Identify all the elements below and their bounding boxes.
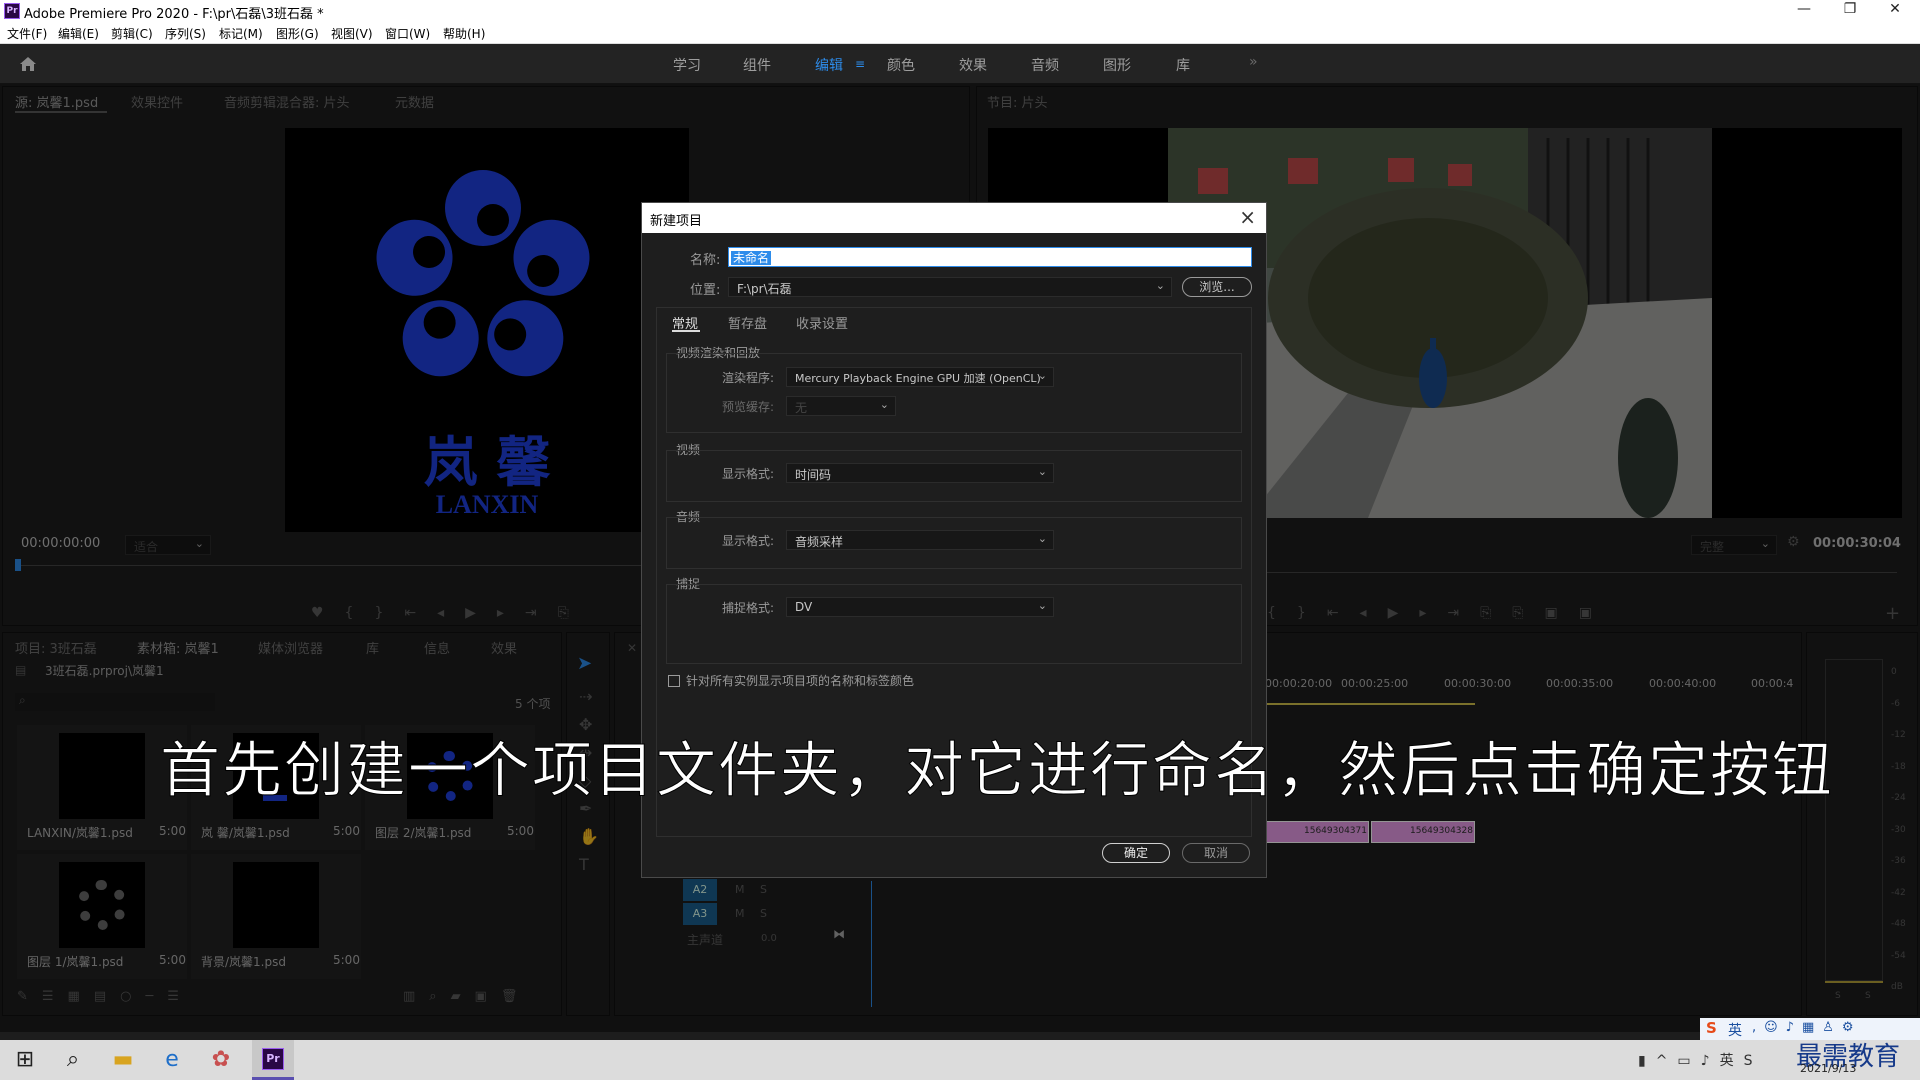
workspace-color[interactable]: 颜色 (887, 55, 915, 75)
tab-scratch-disks[interactable]: 暂存盘 (728, 313, 767, 332)
chevron-down-icon: ⌄ (879, 398, 889, 411)
workspace-bar: 学习 组件 编辑 ≡ 颜色 效果 音频 图形 库 » (0, 44, 1920, 84)
menu-graphics[interactable]: 图形(G) (276, 25, 319, 42)
capture-format-value: DV (795, 600, 813, 614)
workspace-editing[interactable]: 编辑 (815, 55, 843, 75)
preview-cache-label: 预览缓存: (722, 400, 775, 414)
ok-button[interactable]: 确定 (1102, 843, 1170, 863)
workspace-libraries[interactable]: 库 (1176, 55, 1190, 75)
file-explorer-icon[interactable]: ▬ (108, 1046, 138, 1074)
chevron-down-icon: ⌄ (1037, 599, 1047, 612)
show-names-checkbox[interactable] (668, 675, 680, 687)
windows-taskbar: ⊞ ⌕ ▬ e ✿ Pr S 英 ,☺♪▦♙⚙ ▮^▭♪英S 最需教育 2021… (0, 1018, 1920, 1080)
paint-icon[interactable]: ✿ (206, 1046, 236, 1074)
ime-tool-icons[interactable]: ,☺♪▦♙⚙ (1752, 1020, 1862, 1035)
capture-section (666, 584, 1242, 664)
cancel-button[interactable]: 取消 (1182, 843, 1250, 863)
project-name-input[interactable]: 未命名 (728, 247, 1252, 267)
preview-cache-value: 无 (795, 401, 808, 415)
name-label: 名称: (690, 253, 721, 268)
menu-file[interactable]: 文件(F) (7, 25, 47, 42)
chevron-down-icon: ⌄ (1155, 279, 1165, 292)
home-icon[interactable] (18, 54, 38, 74)
edge-icon[interactable]: e (157, 1046, 187, 1074)
chevron-down-icon: ⌄ (1037, 369, 1047, 382)
location-label: 位置: (690, 283, 721, 298)
dialog-close-icon[interactable]: × (1239, 205, 1256, 229)
chevron-down-icon: ⌄ (1037, 465, 1047, 478)
video-format-dropdown[interactable]: 时间码 ⌄ (786, 463, 1054, 483)
window-title: Adobe Premiere Pro 2020 - F:\pr\石磊\3班石磊 … (24, 7, 324, 22)
tutorial-subtitle: 首先创建一个项目文件夹，对它进行命名，然后点击确定按钮 (160, 736, 1834, 807)
video-format-label: 显示格式: (722, 467, 775, 481)
more-workspaces-icon[interactable]: » (1249, 54, 1258, 70)
menu-marker[interactable]: 标记(M) (219, 25, 263, 42)
renderer-dropdown[interactable]: Mercury Playback Engine GPU 加速 (OpenCL) ⌄ (786, 367, 1054, 387)
dialog-header: 新建项目 × (642, 203, 1266, 233)
premiere-icon: Pr (262, 1048, 284, 1070)
search-icon[interactable]: ⌕ (58, 1046, 88, 1074)
menu-sequence[interactable]: 序列(S) (165, 25, 206, 42)
menu-bar: 文件(F) 编辑(E) 剪辑(C) 序列(S) 标记(M) 图形(G) 视图(V… (0, 22, 1920, 44)
active-tab-underline (672, 330, 700, 332)
location-value: F:\pr\石磊 (737, 282, 792, 296)
renderer-label: 渲染程序: (722, 371, 775, 385)
menu-view[interactable]: 视图(V) (331, 25, 373, 42)
sogou-icon: S (1706, 1019, 1717, 1037)
close-window-button[interactable]: ✕ (1875, 1, 1915, 17)
location-dropdown[interactable]: F:\pr\石磊 ⌄ (728, 277, 1172, 297)
renderer-value: Mercury Playback Engine GPU 加速 (OpenCL) (795, 372, 1041, 385)
workspace-audio[interactable]: 音频 (1031, 55, 1059, 75)
menu-edit[interactable]: 编辑(E) (58, 25, 99, 42)
workspace-assembly[interactable]: 组件 (743, 55, 771, 75)
menu-help[interactable]: 帮助(H) (443, 25, 485, 42)
title-bar: Pr Adobe Premiere Pro 2020 - F:\pr\石磊\3班… (0, 0, 1920, 22)
menu-clip[interactable]: 剪辑(C) (111, 25, 153, 42)
audio-format-label: 显示格式: (722, 534, 775, 548)
ime-language[interactable]: 英 (1728, 1020, 1742, 1040)
preview-cache-dropdown: 无 ⌄ (786, 396, 896, 416)
minimize-button[interactable]: — (1784, 1, 1824, 17)
workspace-effects[interactable]: 效果 (959, 55, 987, 75)
project-name-value: 未命名 (731, 251, 772, 265)
capture-format-dropdown[interactable]: DV ⌄ (786, 597, 1054, 617)
audio-format-value: 音频采样 (795, 535, 844, 549)
show-names-label: 针对所有实例显示项目项的名称和标签颜色 (686, 674, 915, 688)
capture-format-label: 捕捉格式: (722, 601, 775, 615)
windows-icon[interactable]: ⊞ (10, 1046, 40, 1074)
browse-button[interactable]: 浏览... (1182, 277, 1252, 297)
render-section (666, 353, 1242, 433)
tab-ingest-settings[interactable]: 收录设置 (796, 313, 848, 332)
workspace-graphics[interactable]: 图形 (1103, 55, 1131, 75)
menu-window[interactable]: 窗口(W) (385, 25, 430, 42)
dialog-title: 新建项目 (650, 214, 703, 229)
clock-date: 2021/9/13 (1800, 1062, 1857, 1075)
premiere-app-icon: Pr (4, 3, 20, 19)
workspace-menu-icon[interactable]: ≡ (855, 57, 865, 71)
system-tray-icons[interactable]: ▮^▭♪英S (1638, 1050, 1762, 1070)
audio-format-dropdown[interactable]: 音频采样 ⌄ (786, 530, 1054, 550)
workspace-learn[interactable]: 学习 (673, 55, 701, 75)
premiere-taskbar-button[interactable]: Pr (252, 1040, 294, 1080)
chevron-down-icon: ⌄ (1037, 532, 1047, 545)
video-format-value: 时间码 (795, 468, 832, 482)
maximize-button[interactable]: ❐ (1830, 1, 1870, 17)
